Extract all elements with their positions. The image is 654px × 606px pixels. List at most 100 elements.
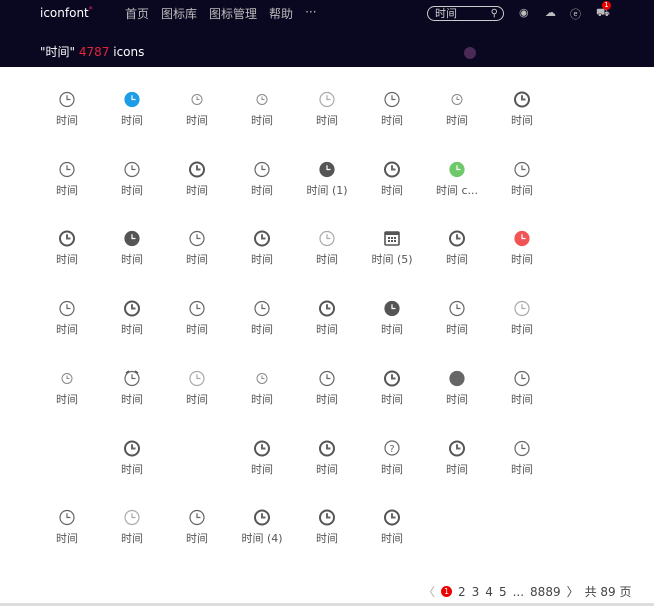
page-1[interactable]: 1 — [441, 586, 453, 597]
icon-label: 时间 — [511, 323, 533, 337]
nav-icon-management[interactable]: 图标管理 — [209, 5, 257, 22]
icon-item[interactable]: 时间 — [165, 508, 229, 546]
icon-item[interactable]: 时间 — [360, 299, 424, 337]
next-page-button[interactable]: 〉 — [567, 583, 579, 600]
icon-item[interactable]: 时间 — [360, 90, 424, 128]
nav-icon-library[interactable]: 图标库 — [161, 5, 197, 22]
nav-more[interactable]: ··· — [305, 5, 316, 22]
icon-item[interactable]: 时间 — [35, 369, 99, 407]
icon-item[interactable]: 时间 — [35, 90, 99, 128]
icon-item[interactable]: 时间 — [425, 299, 489, 337]
clock-icon — [425, 160, 489, 178]
icon-item[interactable]: 时间 — [100, 229, 164, 267]
icon-item[interactable]: 时间 — [490, 369, 554, 407]
icon-label: 时间 — [251, 114, 273, 127]
clock-icon — [230, 160, 294, 178]
page-3[interactable]: 3 — [472, 585, 480, 599]
icon-item[interactable]: 时间 — [360, 369, 424, 407]
icon-item[interactable]: 时间 — [360, 160, 424, 198]
clock-icon — [490, 160, 554, 178]
icon-item[interactable]: 时间 — [35, 508, 99, 546]
icon-item[interactable]: ? 时间 — [360, 439, 424, 477]
icon-item[interactable]: 时间 — [100, 299, 164, 337]
icon-item[interactable]: 时间 — [490, 90, 554, 128]
icon-item[interactable]: 时间 — [295, 369, 359, 407]
nav-home[interactable]: 首页 — [125, 5, 149, 22]
icon-item[interactable]: 时间 — [490, 229, 554, 267]
clock-icon — [295, 439, 359, 457]
icon-item[interactable]: 时间 — [295, 439, 359, 477]
page-88[interactable]: 88 — [530, 585, 545, 599]
icon-item[interactable]: 时间 — [100, 160, 164, 198]
icon-item[interactable]: 时间 — [425, 439, 489, 477]
search-icon[interactable]: ⚲ — [491, 7, 498, 20]
icon-label: 时间 — [446, 323, 468, 337]
icon-item[interactable]: 时间 — [230, 299, 294, 337]
icon-item[interactable]: 时间 — [360, 508, 424, 546]
github-icon[interactable]: ◉ — [519, 6, 529, 19]
icon-item[interactable]: 时间 — [230, 439, 294, 477]
clock-icon — [490, 439, 554, 457]
icon-label: 时间 (1) — [306, 183, 348, 197]
icon-label: 时间 — [251, 183, 273, 197]
icon-item[interactable]: 时间 c... — [425, 160, 489, 198]
page-5[interactable]: 5 — [499, 585, 507, 599]
icon-item[interactable]: 时间 — [165, 369, 229, 407]
page-4[interactable]: 4 — [485, 585, 493, 599]
icon-item[interactable]: 时间 — [490, 160, 554, 198]
icon-item[interactable]: 时间 — [165, 229, 229, 267]
icon-item[interactable]: 时间 — [230, 160, 294, 198]
icon-item[interactable]: 时间 — [165, 90, 229, 128]
icon-item[interactable]: 时间 — [490, 299, 554, 337]
clock-icon — [100, 508, 164, 526]
icon-item[interactable]: 时间 — [295, 229, 359, 267]
clock-icon — [100, 229, 164, 247]
clock-icon — [295, 160, 359, 178]
language-icon[interactable]: ⓔ — [570, 6, 581, 22]
icon-item[interactable]: 时间 — [295, 90, 359, 128]
icon-label: 时间 — [121, 532, 143, 546]
icon-item[interactable]: 时间 — [100, 439, 164, 477]
icon-label: 时间 — [316, 253, 338, 267]
icon-item[interactable]: 时间 — [490, 439, 554, 477]
icon-item[interactable]: 时间 — [165, 160, 229, 198]
icon-label: 时间 c... — [435, 183, 479, 197]
page-89[interactable]: 89 — [545, 585, 560, 599]
total-pages: 共 89 页 — [584, 585, 632, 599]
icon-label: 时间 — [511, 392, 533, 406]
icon-item[interactable]: 时间 — [425, 229, 489, 267]
icon-item[interactable]: 时间 — [295, 508, 359, 546]
icon-item[interactable]: 时间 (5) — [360, 229, 424, 267]
icon-item[interactable]: 时间 — [425, 369, 489, 407]
top-bar: iconfont* 首页 图标库 图标管理 帮助 ··· 时间 ⚲ ◉ ☁ ⓔ ⛟… — [0, 0, 654, 67]
icon-label: 时间 — [446, 392, 468, 406]
icon-item[interactable]: 时间 — [35, 299, 99, 337]
icon-item[interactable]: 时间 — [100, 369, 164, 407]
icon-item[interactable]: 时间 — [295, 299, 359, 337]
clock-icon — [360, 299, 424, 317]
nav-help[interactable]: 帮助 — [269, 5, 293, 22]
icon-item[interactable]: 时间 — [165, 299, 229, 337]
icon-item[interactable]: 时间 — [425, 90, 489, 128]
clock-icon — [230, 90, 294, 108]
clock-icon — [360, 229, 424, 247]
clock-icon — [165, 90, 229, 108]
icon-item[interactable]: 时间 (1) — [295, 160, 359, 198]
logo[interactable]: iconfont* — [40, 5, 93, 20]
icon-label: 时间 (5) — [371, 253, 413, 267]
icon-item[interactable]: 时间 — [230, 369, 294, 407]
icon-item[interactable]: 时间 — [35, 229, 99, 267]
clock-icon — [295, 369, 359, 387]
search-input[interactable]: 时间 ⚲ — [427, 6, 504, 21]
clock-icon — [295, 299, 359, 317]
icon-item[interactable]: 时间 (4) — [230, 508, 294, 546]
icon-item[interactable]: 时间 — [230, 90, 294, 128]
icon-item[interactable]: 时间 — [100, 508, 164, 546]
icon-item[interactable]: 时间 — [230, 229, 294, 267]
icon-label: 时间 — [381, 114, 403, 127]
upload-icon[interactable]: ☁ — [545, 6, 556, 19]
icon-item[interactable]: 时间 — [35, 160, 99, 198]
prev-page-button[interactable]: 〈 — [423, 583, 435, 600]
page-2[interactable]: 2 — [458, 585, 466, 599]
icon-item[interactable]: 时间 — [100, 90, 164, 128]
